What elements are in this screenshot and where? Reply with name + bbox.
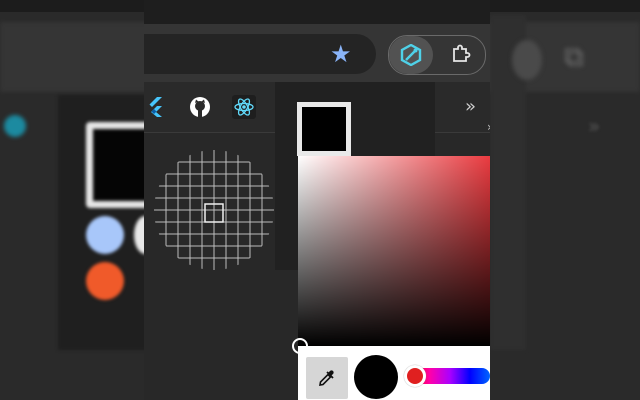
background-extension-button [512,40,542,80]
magnifier-grid [154,150,274,270]
selected-color-preview [354,355,398,399]
color-picker-extension-button[interactable] [389,36,433,74]
grid-lines [154,150,274,270]
toolbar: ★ [144,24,490,82]
color-picker [292,156,490,400]
address-bar[interactable]: ★ [144,34,376,74]
extensions-group [388,35,486,75]
react-icon[interactable] [232,95,256,119]
hue-slider-thumb[interactable] [404,365,426,387]
browser-window: ★ » [144,0,490,400]
background-color-circle-orange [86,262,124,300]
eyedropper-button[interactable] [306,357,348,399]
saturation-value-handle[interactable] [292,338,308,354]
github-icon[interactable] [189,96,211,118]
eyedropper-icon [319,370,334,386]
current-color-swatch[interactable] [297,102,351,156]
background-extension-icon [4,115,26,137]
title-bar [144,0,490,24]
saturation-value-area[interactable] [298,156,490,346]
bookmarks-overflow-chevron[interactable]: » [465,96,476,117]
react-logo-icon [234,98,254,116]
flutter-icon[interactable] [148,97,164,117]
puzzle-icon[interactable] [451,44,471,64]
star-icon[interactable]: ★ [330,40,352,68]
background-color-circle-blue [86,216,124,254]
chevron-right-icon: › [487,120,490,134]
background-puzzle-icon: ⧉ [564,40,584,73]
eyedropper-hex-icon [400,44,422,66]
background-chevron-icon: » [588,114,601,138]
